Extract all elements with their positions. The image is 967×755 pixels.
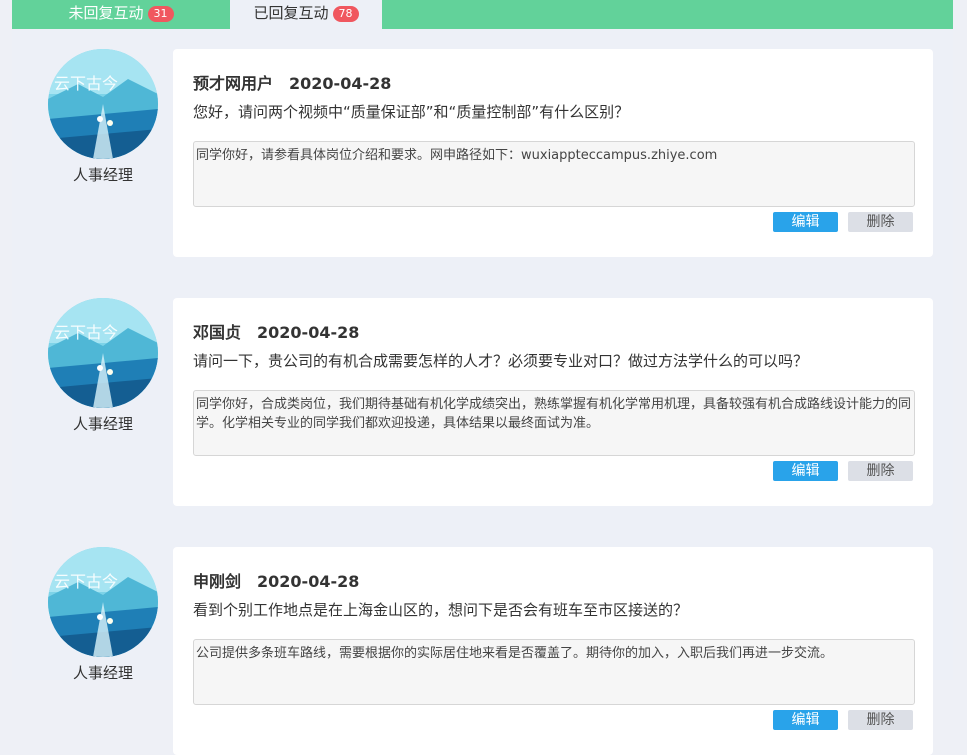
interaction-panel: 未回复互动 31 已回复互动 78 云下古今 人事经理 预才网用户 2020-04-2… [12, 0, 953, 755]
svg-text:云下古今: 云下古今 [54, 572, 118, 591]
replied-count-badge: 78 [332, 6, 359, 22]
qa-card: 预才网用户 2020-04-28 您好，请问两个视频中“质量保证部”和“质量控制部… [173, 49, 933, 257]
delete-button[interactable]: 删除 [848, 461, 913, 481]
question-header: 邓国贞 2020-04-28 [193, 319, 359, 343]
asker-name: 邓国贞 [193, 323, 242, 342]
responder-info: 云下古今 人事经理 [48, 49, 158, 185]
qa-card: 申刚剑 2020-04-28 看到个别工作地点是在上海金山区的，想问下是否会有班车… [173, 547, 933, 755]
responder-role: 人事经理 [72, 166, 133, 184]
tab-replied[interactable]: 已回复互动 78 [230, 0, 382, 29]
avatar: 云下古今 [48, 547, 158, 657]
tab-label: 已回复互动 [253, 4, 329, 22]
question-text: 请问一下，贵公司的有机合成需要怎样的人才？必须要专业对口？做过方法学什么的可以吗… [193, 352, 809, 370]
edit-button[interactable]: 编辑 [773, 212, 838, 232]
svg-text:云下古今: 云下古今 [54, 74, 118, 93]
asker-name: 预才网用户 [193, 74, 274, 93]
tab-label: 未回复互动 [68, 4, 144, 22]
tab-unreplied[interactable]: 未回复互动 31 [12, 0, 230, 29]
question-date: 2020-04-28 [257, 323, 360, 342]
question-date: 2020-04-28 [289, 74, 392, 93]
question-text: 您好，请问两个视频中“质量保证部”和“质量控制部”有什么区别？ [193, 103, 630, 121]
qa-card: 邓国贞 2020-04-28 请问一下，贵公司的有机合成需要怎样的人才？必须要专业… [173, 298, 933, 506]
asker-name: 申刚剑 [193, 572, 242, 591]
question-header: 申刚剑 2020-04-28 [193, 568, 359, 592]
avatar-illustration-icon: 云下古今 [48, 49, 158, 159]
question-text: 看到个别工作地点是在上海金山区的，想问下是否会有班车至市区接送的？ [193, 601, 689, 619]
avatar-illustration-icon: 云下古今 [48, 298, 158, 408]
responder-info: 云下古今 人事经理 [48, 298, 158, 434]
answer-field[interactable]: 同学你好，请参看具体岗位介绍和要求。网申路径如下：wuxiappteccampu… [193, 141, 915, 207]
edit-button[interactable]: 编辑 [773, 461, 838, 481]
edit-button[interactable]: 编辑 [773, 710, 838, 730]
tab-bar: 未回复互动 31 已回复互动 78 [12, 0, 953, 29]
unreplied-count-badge: 31 [147, 6, 174, 22]
avatar: 云下古今 [48, 49, 158, 159]
responder-info: 云下古今 人事经理 [48, 547, 158, 683]
avatar: 云下古今 [48, 298, 158, 408]
svg-text:云下古今: 云下古今 [54, 323, 118, 342]
responder-role: 人事经理 [72, 415, 133, 433]
answer-field[interactable]: 公司提供多条班车路线，需要根据你的实际居住地来看是否覆盖了。期待你的加入，入职后… [193, 639, 915, 705]
answer-field[interactable]: 同学你好，合成类岗位，我们期待基础有机化学成绩突出，熟练掌握有机化学常用机理，具… [193, 390, 915, 456]
avatar-illustration-icon: 云下古今 [48, 547, 158, 657]
delete-button[interactable]: 删除 [848, 710, 913, 730]
delete-button[interactable]: 删除 [848, 212, 913, 232]
question-header: 预才网用户 2020-04-28 [193, 70, 391, 94]
question-date: 2020-04-28 [257, 572, 360, 591]
